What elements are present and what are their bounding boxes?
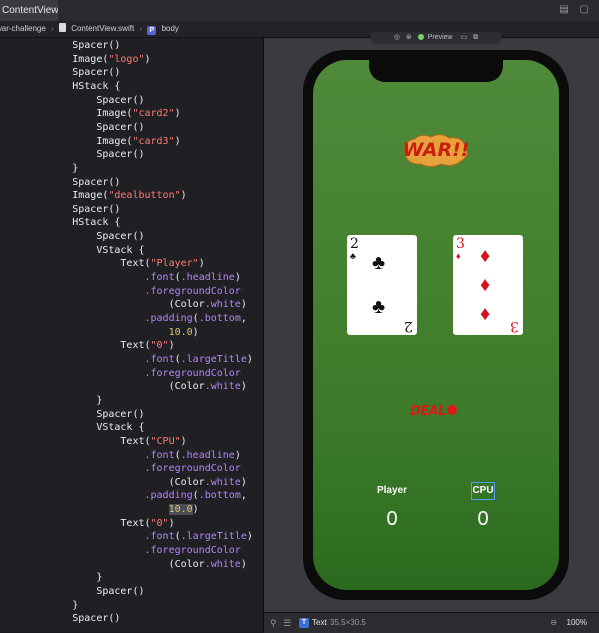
code-line[interactable]: Text("Player") <box>0 257 204 270</box>
code-line[interactable]: Spacer() <box>0 408 144 421</box>
code-line[interactable]: Spacer() <box>0 203 120 216</box>
breadcrumb-symbol[interactable]: body <box>162 21 179 37</box>
war-logo: WAR!! <box>401 133 471 167</box>
code-line[interactable]: Spacer() <box>0 66 120 79</box>
element-size: 35.5×30.5 <box>330 618 366 627</box>
deal-label: DEAL <box>410 404 447 419</box>
diamond-suit-icon: ♦ <box>456 251 461 261</box>
code-line[interactable]: .padding(.bottom, <box>0 312 247 325</box>
code-line[interactable]: .font(.headline) <box>0 449 241 462</box>
club-icon: ♣ <box>372 296 386 318</box>
code-line[interactable]: Spacer() <box>0 121 144 134</box>
code-line[interactable]: Spacer() <box>0 230 144 243</box>
tab-bar-controls[interactable]: ▤ ▢ <box>559 4 593 15</box>
code-line[interactable]: .foregroundColor <box>0 544 241 557</box>
canvas-status-bar: ⚲ ☰ T Text 35.5×30.5 ⊖ 100% <box>264 612 599 633</box>
deal-spark-icon <box>447 405 457 415</box>
property-icon: P <box>147 26 157 35</box>
code-line[interactable]: Text("CPU") <box>0 435 186 448</box>
code-line[interactable]: Spacer() <box>0 585 144 598</box>
code-line[interactable]: (Color.white) <box>0 558 247 571</box>
code-line[interactable]: } <box>0 571 102 584</box>
code-line[interactable]: VStack { <box>0 421 144 434</box>
code-line[interactable]: .font(.largeTitle) <box>0 353 253 366</box>
card-left: 2 ♣ ♣ ♣ 2 <box>347 235 417 335</box>
code-line[interactable]: 10.0) <box>0 503 199 516</box>
card-rank-flipped: 2 <box>404 318 413 334</box>
device-icon[interactable]: ▭ <box>461 34 468 41</box>
code-line[interactable]: Image("logo") <box>0 53 150 66</box>
element-type: Text <box>312 618 327 627</box>
code-line[interactable]: .font(.headline) <box>0 271 241 284</box>
code-line[interactable]: VStack { <box>0 244 144 257</box>
chevron-right-icon: › <box>139 24 143 33</box>
code-line[interactable]: .foregroundColor <box>0 285 241 298</box>
player-score: 0 <box>386 508 398 530</box>
inspect-icon[interactable]: ⊛ <box>406 34 412 41</box>
duplicate-icon[interactable]: ⧉ <box>473 34 478 41</box>
swift-file-icon <box>58 23 66 32</box>
code-line[interactable]: Image("card2") <box>0 107 180 120</box>
code-line[interactable]: Text("0") <box>0 517 174 530</box>
editor-tab-bar: ContentView.swift ▤ ▢ <box>0 0 599 22</box>
breadcrumb: war-challenge › ContentView.swift › P bo… <box>0 21 599 38</box>
card-right: 3 ♦ ♦ ♦ ♦ 3 <box>453 235 523 335</box>
card-rank-flipped: 3 <box>510 318 519 334</box>
chevron-right-icon: › <box>51 24 54 33</box>
pin-icon[interactable]: ◎ <box>394 34 400 41</box>
tab-label: ContentView.swift <box>2 5 58 16</box>
cpu-score: 0 <box>477 508 489 530</box>
code-line[interactable]: Spacer() <box>0 176 120 189</box>
code-line[interactable]: Spacer() <box>0 39 120 52</box>
code-line[interactable]: Spacer() <box>0 148 144 161</box>
code-line[interactable]: Spacer() <box>0 94 144 107</box>
pin-icon[interactable]: ⚲ ☰ <box>270 613 293 633</box>
code-line[interactable]: .foregroundColor <box>0 367 241 380</box>
diamond-icon: ♦ <box>480 303 491 325</box>
diamond-icon: ♦ <box>480 245 491 267</box>
breadcrumb-file[interactable]: ContentView.swift <box>71 21 134 37</box>
code-editor[interactable]: Spacer() Image("logo") Spacer() HStack {… <box>0 38 263 632</box>
preview-label: Preview <box>427 34 453 41</box>
selection-highlight <box>471 482 495 500</box>
logo-text: WAR!! <box>402 139 470 161</box>
text-type-icon: T <box>299 618 309 628</box>
club-suit-icon: ♣ <box>350 251 356 261</box>
zoom-out-icon[interactable]: ⊖ <box>550 613 557 633</box>
breadcrumb-project[interactable]: war-challenge <box>0 21 46 37</box>
live-preview-icon[interactable] <box>417 34 424 40</box>
code-line[interactable]: .font(.largeTitle) <box>0 530 253 543</box>
deal-button[interactable]: DEAL <box>410 402 460 419</box>
zoom-level[interactable]: 100% <box>567 613 587 633</box>
code-line[interactable]: HStack { <box>0 80 120 93</box>
code-line[interactable]: Text("0") <box>0 339 174 352</box>
code-line[interactable]: .foregroundColor <box>0 462 241 475</box>
code-line[interactable]: HStack { <box>0 216 120 229</box>
player-label: Player <box>376 485 408 496</box>
code-line[interactable]: } <box>0 162 78 175</box>
card-rank: 3 <box>456 236 465 252</box>
code-line[interactable]: .padding(.bottom, <box>0 489 247 502</box>
code-line[interactable]: Image("card3") <box>0 135 180 148</box>
club-icon: ♣ <box>372 252 386 274</box>
code-line[interactable]: Image("dealbutton") <box>0 189 186 202</box>
code-line[interactable]: } <box>0 599 78 612</box>
code-line[interactable]: (Color.white) <box>0 476 247 489</box>
code-line[interactable]: 10.0) <box>0 326 199 339</box>
code-line[interactable]: } <box>0 394 102 407</box>
code-line[interactable]: Spacer() <box>0 612 120 625</box>
card-rank: 2 <box>350 236 359 252</box>
preview-toolbar[interactable]: ◎ ⊛ Preview ▭ ⧉ <box>371 32 501 44</box>
tab-contentview[interactable]: ContentView.swift <box>0 0 58 21</box>
phone-notch <box>369 60 503 82</box>
code-line[interactable]: (Color.white) <box>0 298 247 311</box>
diamond-icon: ♦ <box>480 274 491 296</box>
code-line[interactable]: (Color.white) <box>0 380 247 393</box>
